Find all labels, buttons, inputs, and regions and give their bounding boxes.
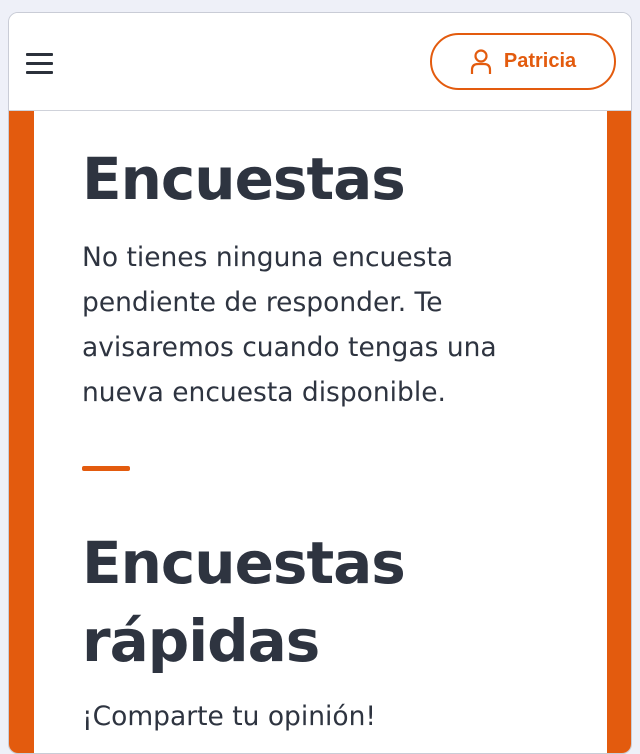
user-account-button[interactable]: Patricia [430,33,616,90]
top-bar: Patricia [9,13,631,111]
content-panel: Encuestas No tienes ninguna encuesta pen… [34,111,607,753]
menu-icon[interactable] [25,50,55,76]
surveys-empty-message: No tienes ninguna encuesta pendiente de … [82,242,497,408]
quick-surveys-subtitle: ¡Comparte tu opinión! [82,701,377,732]
surveys-title: Encuestas [82,145,406,213]
quick-surveys-title-line2: rápidas [82,607,320,675]
user-name: Patricia [503,50,577,72]
content-area: Encuestas No tienes ninguna encuesta pen… [9,111,631,753]
user-icon [470,48,491,74]
section-divider [82,466,130,471]
quick-surveys-title-line1: Encuestas [82,529,406,597]
app-window: Patricia Encuestas No tienes ninguna enc… [8,12,632,754]
